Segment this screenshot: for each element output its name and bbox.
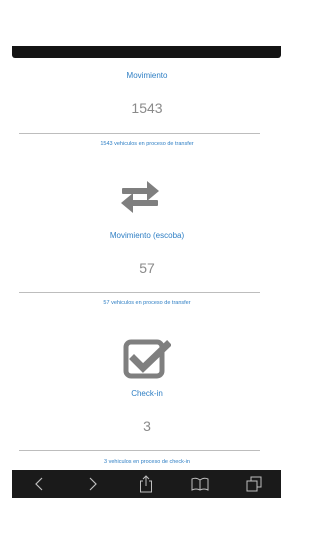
section-value-check-in: 3: [143, 418, 151, 434]
section-description-movimiento-escoba[interactable]: 57 vehiculos en proceso de transfer: [0, 300, 294, 306]
back-button[interactable]: [26, 474, 52, 494]
share-icon: [140, 475, 153, 493]
divider: [19, 133, 260, 134]
transfer-arrows-icon: [121, 181, 159, 213]
section-value-movimiento-escoba: 57: [139, 260, 155, 276]
divider: [19, 450, 260, 451]
section-value-movimiento: 1543: [131, 100, 163, 116]
section-title-movimiento: Movimiento: [126, 71, 168, 80]
section-description-movimiento[interactable]: 1543 vehiculos en proceso de transfer: [0, 141, 294, 147]
divider: [19, 292, 260, 293]
section-description-check-in[interactable]: 3 vehiculos en proceso de check-in: [0, 459, 294, 465]
top-bar: [12, 46, 281, 58]
tabs-button[interactable]: [241, 474, 267, 494]
bookmarks-button[interactable]: [187, 474, 213, 494]
browser-toolbar: [12, 470, 281, 498]
forward-icon: [89, 477, 97, 491]
section-title-check-in: Check-in: [131, 389, 163, 398]
checkbox-checked-icon: [123, 339, 171, 379]
forward-button[interactable]: [80, 474, 106, 494]
share-button[interactable]: [133, 474, 159, 494]
back-icon: [35, 477, 43, 491]
section-title-movimiento-escoba: Movimiento (escoba): [109, 231, 185, 240]
bookmarks-icon: [191, 477, 209, 491]
tabs-icon: [246, 476, 262, 492]
